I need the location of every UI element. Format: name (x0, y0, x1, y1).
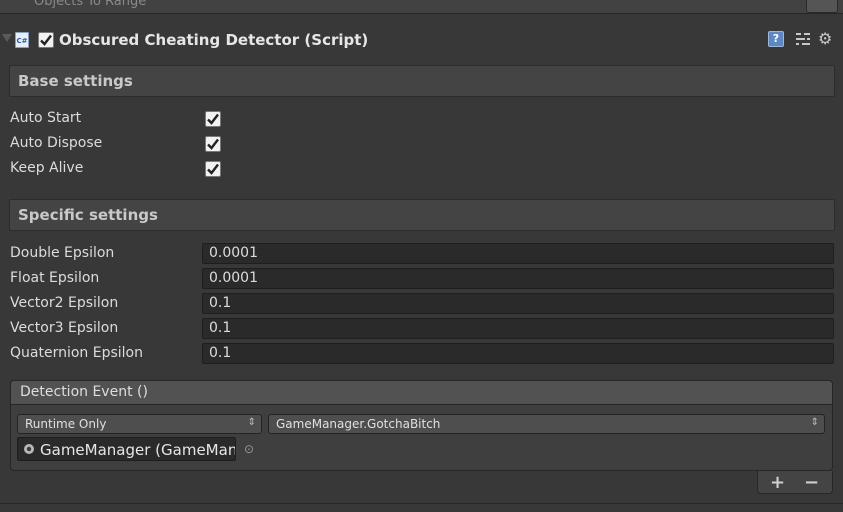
function-value: GameManager.GotchaBitch (276, 417, 441, 431)
script-icon: C# (15, 32, 29, 48)
runtime-mode-value: Runtime Only (25, 417, 107, 431)
auto-start-checkbox[interactable] (205, 111, 221, 127)
section-base-settings: Base settings (9, 65, 835, 97)
preset-icon[interactable] (795, 31, 811, 47)
target-object-value: GameManager (GameMana (40, 441, 236, 459)
float-epsilon-label: Float Epsilon (10, 270, 100, 286)
detection-event-header: Detection Event () (10, 380, 833, 405)
list-add-remove-controls: + − (757, 471, 833, 494)
target-object-field[interactable]: GameManager (GameMana (17, 437, 236, 461)
component-enabled-checkbox[interactable] (38, 32, 54, 48)
runtime-mode-dropdown[interactable]: Runtime Only ⇕ (17, 414, 262, 434)
gear-icon[interactable]: ⚙ (818, 29, 838, 49)
section-title: Specific settings (18, 206, 158, 224)
keep-alive-checkbox[interactable] (205, 161, 221, 177)
float-epsilon-value: 0.0001 (209, 270, 258, 286)
keep-alive-label: Keep Alive (10, 160, 84, 176)
double-epsilon-label: Double Epsilon (10, 245, 115, 261)
quaternion-epsilon-label: Quaternion Epsilon (10, 345, 143, 361)
gameobject-icon (24, 444, 34, 454)
vector2-epsilon-label: Vector2 Epsilon (10, 295, 119, 311)
checkmark-icon (207, 163, 219, 175)
vector3-epsilon-field[interactable]: 0.1 (202, 318, 834, 339)
remove-listener-button[interactable]: − (804, 472, 819, 493)
updown-arrow-icon: ⇕ (810, 417, 819, 428)
quaternion-epsilon-value: 0.1 (209, 345, 232, 361)
auto-start-label: Auto Start (10, 110, 82, 126)
double-epsilon-field[interactable]: 0.0001 (202, 243, 834, 264)
section-title: Base settings (18, 72, 133, 90)
object-picker-icon[interactable]: ⊙ (241, 441, 257, 457)
previous-component-strip: Objects To Range (0, 0, 843, 14)
updown-arrow-icon: ⇕ (247, 417, 256, 428)
help-icon[interactable]: ? (768, 31, 784, 47)
vector2-epsilon-field[interactable]: 0.1 (202, 293, 834, 314)
detection-event-title: Detection Event () (20, 384, 148, 400)
double-epsilon-value: 0.0001 (209, 245, 258, 261)
checkmark-icon (40, 34, 52, 46)
add-listener-button[interactable]: + (770, 472, 785, 493)
checkmark-icon (207, 113, 219, 125)
float-epsilon-field[interactable]: 0.0001 (202, 268, 834, 289)
previous-component-label: Objects To Range (34, 0, 147, 9)
checkmark-icon (207, 138, 219, 150)
quaternion-epsilon-field[interactable]: 0.1 (202, 343, 834, 364)
auto-dispose-label: Auto Dispose (10, 135, 103, 151)
vector3-epsilon-label: Vector3 Epsilon (10, 320, 119, 336)
section-specific-settings: Specific settings (9, 199, 835, 231)
auto-dispose-checkbox[interactable] (205, 136, 221, 152)
bottom-divider (0, 503, 843, 504)
fold-arrow-icon[interactable] (2, 34, 12, 42)
previous-component-button[interactable] (806, 0, 838, 13)
vector3-epsilon-value: 0.1 (209, 320, 232, 336)
vector2-epsilon-value: 0.1 (209, 295, 232, 311)
component-title: Obscured Cheating Detector (Script) (59, 31, 369, 49)
function-dropdown[interactable]: GameManager.GotchaBitch ⇕ (268, 414, 825, 434)
